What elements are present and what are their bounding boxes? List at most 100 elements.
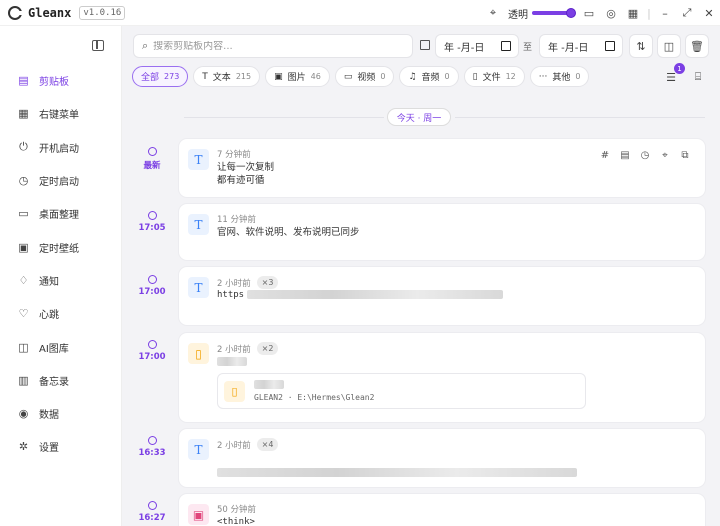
copy-icon[interactable]: ⧉: [675, 150, 695, 161]
sidebar-item-label: 备忘录: [39, 376, 69, 388]
sidebar-item-7[interactable]: ♡ 心跳: [0, 297, 122, 330]
date-group-label: 今天 · 周一: [387, 108, 451, 126]
filter-label: 图片: [287, 73, 306, 83]
sidebar-item-10[interactable]: ◉ 数据: [0, 397, 122, 430]
date-from-field[interactable]: 年 -月-日: [435, 34, 519, 58]
sidebar-item-5[interactable]: ▣ 定时壁纸: [0, 230, 122, 263]
search-input[interactable]: [153, 40, 394, 52]
layout-toggle-button[interactable]: ◫: [657, 34, 681, 58]
version-badge: v1.0.16: [79, 5, 126, 20]
sidebar-item-0[interactable]: ▤ 剪贴板: [0, 64, 122, 97]
power-icon: ⏻: [19, 140, 28, 154]
sidebar-item-11[interactable]: ✲ 设置: [0, 430, 122, 463]
menu-icon: ▦: [18, 107, 29, 121]
opacity-slider-thumb[interactable]: [566, 8, 576, 18]
main-panel: ⌕ 年 -月-日 至 年 -月-日 ⇅ ◫ 🗑 全部 273 T 文本 215 ▣ 图片 46…: [122, 26, 720, 526]
heart-icon: ♡: [18, 307, 29, 321]
scrollbar[interactable]: [712, 26, 720, 526]
filter-type-icon: ♫: [408, 71, 417, 82]
timeline-mark: 16:33: [122, 436, 182, 458]
timeline-time: 17:00: [138, 352, 166, 362]
pin-icon[interactable]: ⌖: [655, 150, 675, 161]
clip-card[interactable]: T 2 小时前 ×4: [179, 429, 705, 503]
sidebar-item-4[interactable]: ▭ 桌面整理: [0, 197, 122, 230]
filter-chip-6[interactable]: ··· 其他 0: [529, 66, 590, 87]
clear-button[interactable]: 🗑: [685, 34, 709, 58]
maximize-button[interactable]: ⤢: [676, 0, 698, 26]
clip-time-ago: 2 小时前: [217, 344, 251, 355]
opacity-slider[interactable]: [532, 8, 576, 18]
file-attachment[interactable]: ▯ GLEAN2 · E:\Hermes\Glean2: [217, 373, 586, 409]
clip-meta: 7 分钟前: [217, 148, 251, 160]
search-box[interactable]: ⌕: [133, 34, 413, 58]
pin-icon[interactable]: ⌖: [482, 0, 504, 26]
clip-meta: 2 小时前 ×4: [217, 438, 279, 451]
filter-chip-1[interactable]: T 文本 215: [193, 66, 261, 87]
filter-count: 46: [310, 72, 321, 81]
timeline-mark: 17:00: [122, 275, 182, 297]
filter-label: 文本: [212, 73, 231, 83]
trash-icon: 🗑: [690, 39, 704, 53]
clip-card[interactable]: T 2 小时前 ×3 https: [179, 267, 705, 325]
sidebar-item-label: 剪贴板: [39, 77, 69, 89]
sidebar-item-6[interactable]: ♢ 通知: [0, 264, 122, 297]
separator-line: [184, 117, 384, 118]
minimize-button[interactable]: –: [654, 0, 676, 26]
date-picker-icon[interactable]: [605, 41, 615, 51]
wallpaper-icon: ▣: [18, 240, 29, 254]
file-path: GLEAN2 · E:\Hermes\Glean2: [254, 393, 375, 402]
notes-icon: ☰: [666, 70, 676, 84]
database-icon: ◉: [18, 407, 29, 421]
date-to-field[interactable]: 年 -月-日: [539, 34, 623, 58]
sidebar-collapse-icon[interactable]: [92, 40, 104, 51]
archive-button[interactable]: ⌸: [687, 66, 709, 88]
timeline-dot: [147, 436, 157, 445]
qrcode-icon[interactable]: ▦: [622, 0, 644, 26]
globe-icon[interactable]: ◎: [600, 0, 622, 26]
archive-icon: ⌸: [694, 70, 702, 83]
close-button[interactable]: ✕: [698, 0, 720, 26]
tag-icon[interactable]: #: [595, 150, 615, 161]
date-separator: 今天 · 周一: [122, 108, 720, 126]
clip-card[interactable]: ▣ 50 分钟前 <think>: [179, 494, 705, 526]
filter-label: 视频: [357, 73, 376, 83]
timeline-mark: 17:00: [122, 340, 182, 362]
filter-chip-0[interactable]: 全部 273: [132, 66, 189, 87]
calendar-icon: [420, 40, 430, 50]
date-picker-icon[interactable]: [501, 41, 511, 51]
sidebar-item-9[interactable]: ▥ 备忘录: [0, 364, 122, 397]
filter-chip-3[interactable]: ▭ 视频 0: [334, 66, 395, 87]
filter-chip-2[interactable]: ▣ 图片 46: [265, 66, 330, 87]
sidebar-item-label: 数据: [39, 410, 59, 422]
filter-chip-4[interactable]: ♫ 音频 0: [399, 66, 459, 87]
memo-icon: ▥: [18, 373, 29, 387]
sidebar: ▤ 剪贴板 ▦ 右键菜单 ⏻ 开机启动 ◷ 定时启动 ▭ 桌面整理 ▣ 定时壁纸 ♢ 通知 ♡ 心跳 ◫ AI图库…: [0, 26, 122, 526]
sidebar-item-3[interactable]: ◷ 定时启动: [0, 164, 122, 197]
timeline-dot: [147, 275, 157, 284]
filter-chip-5[interactable]: ▯ 文件 12: [463, 66, 525, 87]
clip-card[interactable]: ▯ 2 小时前 ×2 ▯ GLEAN2 · E:\Hermes\Glean2: [179, 333, 705, 422]
filter-type-icon: ···: [538, 71, 548, 82]
filter-count: 0: [575, 72, 581, 81]
filter-type-icon: ▣: [274, 71, 283, 82]
copy-count-badge: ×4: [256, 438, 279, 451]
history-icon[interactable]: ◷: [635, 150, 655, 161]
image-type-icon: ▣: [188, 504, 209, 525]
clip-card[interactable]: T 11 分钟前 官网、软件说明、发布说明已同步: [179, 204, 705, 260]
clip-url-prefix: https: [217, 290, 245, 300]
copy-count-badge: ×3: [256, 276, 279, 289]
filter-label: 全部: [141, 73, 160, 83]
monitor-icon[interactable]: ▭: [578, 0, 600, 26]
clip-card[interactable]: T 7 分钟前 让每一次复制 都有迹可循 # ▤ ◷ ⌖ ⧉: [179, 139, 705, 197]
sidebar-item-2[interactable]: ⏻ 开机启动: [0, 131, 122, 164]
filter-count: 273: [164, 72, 180, 81]
delete-icon[interactable]: ▤: [615, 150, 635, 161]
sidebar-item-1[interactable]: ▦ 右键菜单: [0, 97, 122, 130]
timeline-time: 最新: [143, 161, 161, 171]
sort-button[interactable]: ⇅: [629, 34, 653, 58]
timeline-mark: 最新: [122, 147, 182, 171]
sidebar-item-8[interactable]: ◫ AI图库: [0, 330, 122, 363]
file-type-icon: ▯: [188, 343, 209, 364]
redacted-content: [217, 357, 247, 366]
sidebar-item-label: 心跳: [39, 310, 59, 322]
